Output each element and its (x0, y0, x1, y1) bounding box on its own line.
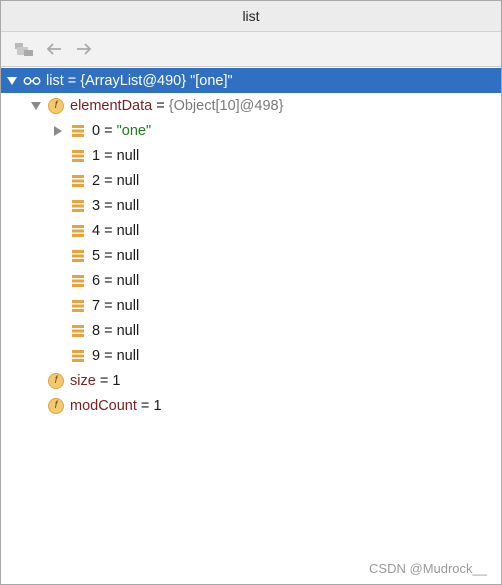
back-arrow-icon[interactable] (41, 36, 67, 62)
tree-row-element-5[interactable]: 5 = null (1, 243, 501, 268)
array-element-icon (69, 147, 87, 165)
element-index: 2 (92, 172, 101, 189)
element-value: null (116, 197, 140, 214)
tree-row-element-0[interactable]: 0 = "one" (1, 118, 501, 143)
element-value: null (116, 322, 140, 339)
tree-row-element-1[interactable]: 1 = null (1, 143, 501, 168)
tree-row-element-2[interactable]: 2 = null (1, 168, 501, 193)
element-index: 3 (92, 197, 101, 214)
equals-sign: = (100, 172, 117, 189)
tree-row-element-4[interactable]: 4 = null (1, 218, 501, 243)
tree-row-element-7[interactable]: 7 = null (1, 293, 501, 318)
group-icon[interactable] (11, 36, 37, 62)
equals-sign: = (100, 122, 117, 139)
array-element-icon (69, 272, 87, 290)
watermark: CSDN @Mudrock__ (369, 561, 487, 576)
array-element-icon (69, 172, 87, 190)
array-element-icon (69, 347, 87, 365)
tree-row-list[interactable]: list = {ArrayList@490} "[one]" (1, 68, 501, 93)
tree-row-size[interactable]: f size = 1 (1, 368, 501, 393)
element-index: 5 (92, 247, 101, 264)
var-value: "[one]" (186, 72, 233, 89)
object-ref: {ArrayList@490} (80, 72, 187, 89)
array-element-icon (69, 247, 87, 265)
array-element-icon (69, 122, 87, 140)
element-index: 8 (92, 322, 101, 339)
field-icon: f (47, 97, 65, 115)
element-index: 0 (92, 122, 101, 139)
tree-row-elementdata[interactable]: f elementData = {Object[10]@498} (1, 93, 501, 118)
expand-arrow-right-icon[interactable] (51, 124, 65, 138)
equals-sign: = (100, 297, 117, 314)
expand-arrow-down-icon[interactable] (29, 99, 43, 113)
debugger-window: list list = {ArrayList@490} "[one]" f el… (0, 0, 502, 585)
array-element-icon (69, 322, 87, 340)
element-value: null (116, 347, 140, 364)
element-value: null (116, 222, 140, 239)
tree-row-modcount[interactable]: f modCount = 1 (1, 393, 501, 418)
element-index: 6 (92, 272, 101, 289)
forward-arrow-icon[interactable] (71, 36, 97, 62)
tree-row-element-9[interactable]: 9 = null (1, 343, 501, 368)
expand-arrow-down-icon[interactable] (5, 74, 19, 88)
element-index: 4 (92, 222, 101, 239)
element-value: null (116, 297, 140, 314)
equals-sign: = (100, 222, 117, 239)
var-name: list (46, 72, 64, 89)
element-value: null (116, 147, 140, 164)
element-value: "one" (116, 122, 152, 139)
equals-sign: = (136, 397, 154, 414)
toolbar (1, 32, 501, 67)
element-index: 9 (92, 347, 101, 364)
element-value: null (116, 172, 140, 189)
var-value: 1 (112, 372, 121, 389)
equals-sign: = (100, 247, 117, 264)
tree-row-element-6[interactable]: 6 = null (1, 268, 501, 293)
equals-sign: = (100, 147, 117, 164)
var-name: elementData (70, 97, 153, 114)
equals-sign: = (63, 72, 81, 89)
field-icon: f (47, 372, 65, 390)
equals-sign: = (100, 272, 117, 289)
tree-row-element-3[interactable]: 3 = null (1, 193, 501, 218)
element-index: 1 (92, 147, 101, 164)
equals-sign: = (100, 322, 117, 339)
array-element-icon (69, 222, 87, 240)
tree-row-element-8[interactable]: 8 = null (1, 318, 501, 343)
array-element-icon (69, 197, 87, 215)
var-name: size (70, 372, 96, 389)
equals-sign: = (100, 347, 117, 364)
object-ref: {Object[10]@498} (168, 97, 284, 114)
field-icon: f (47, 397, 65, 415)
element-index: 7 (92, 297, 101, 314)
equals-sign: = (152, 97, 169, 114)
watch-glasses-icon (23, 72, 41, 90)
window-title: list (242, 8, 260, 24)
var-name: modCount (70, 397, 137, 414)
var-value: 1 (153, 397, 162, 414)
array-element-icon (69, 297, 87, 315)
title-bar: list (1, 1, 501, 32)
element-value: null (116, 247, 140, 264)
equals-sign: = (95, 372, 113, 389)
equals-sign: = (100, 197, 117, 214)
element-value: null (116, 272, 140, 289)
variables-tree: list = {ArrayList@490} "[one]" f element… (1, 68, 501, 418)
